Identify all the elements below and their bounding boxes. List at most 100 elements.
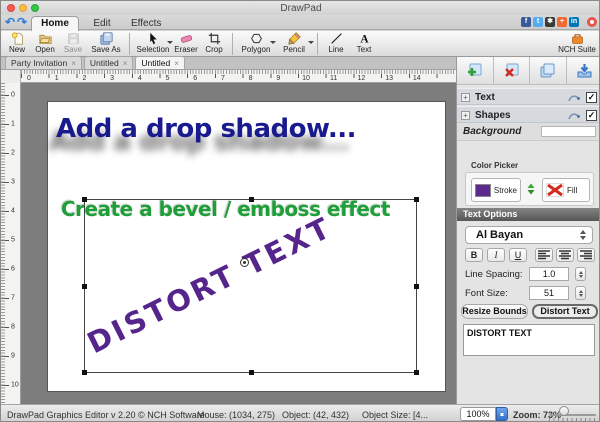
svg-text:A: A (360, 34, 369, 45)
pencil-dropdown-icon[interactable] (308, 41, 314, 44)
align-right-icon (580, 250, 592, 260)
bold-button[interactable]: B (465, 248, 483, 262)
zoom-slider-track[interactable] (549, 414, 596, 416)
line-button[interactable]: Line (322, 32, 350, 56)
zoom-stepper[interactable] (496, 407, 508, 421)
duplicate-layer-icon (539, 62, 556, 79)
add-layer-button[interactable] (457, 57, 494, 84)
selection-handle[interactable] (82, 284, 87, 289)
selection-handle[interactable] (414, 370, 419, 375)
nch-suite-button[interactable]: NCH Suite (557, 32, 597, 56)
pencil-icon (288, 32, 301, 45)
new-button[interactable]: New (3, 32, 31, 56)
undo-redo-icons[interactable]: ↶↷ (5, 15, 29, 29)
layer-row-shapes[interactable]: + Shapes ✓ (457, 106, 600, 123)
share-icon[interactable]: + (557, 17, 567, 27)
close-tab-icon[interactable]: × (174, 59, 179, 68)
font-size-field[interactable]: 51 (529, 286, 569, 300)
duplicate-layer-button[interactable] (530, 57, 567, 84)
italic-button[interactable]: I (487, 248, 505, 262)
layer-visible-checkbox[interactable]: ✓ (586, 110, 597, 121)
linkedin-icon[interactable]: in (569, 17, 579, 27)
open-button[interactable]: Open (31, 32, 59, 56)
horizontal-ruler: 01234567891011121314 (1, 70, 456, 83)
selection-handle[interactable] (82, 370, 87, 375)
selection-cursor-icon (147, 32, 160, 45)
delete-layer-icon (503, 62, 520, 79)
photos-icon[interactable]: ✱ (545, 17, 555, 27)
color-picker-title: Color Picker (471, 161, 518, 170)
right-panel: + Text ✓ + Shapes ✓ Background Color Pic… (456, 57, 600, 404)
layer-row-text[interactable]: + Text ✓ (457, 88, 600, 105)
selection-handle[interactable] (82, 197, 87, 202)
font-family-select[interactable]: Al Bayan (465, 226, 593, 244)
background-color-swatch[interactable] (541, 126, 596, 137)
text-button[interactable]: A Text (350, 32, 378, 56)
delete-layer-button[interactable] (494, 57, 531, 84)
distort-text-button[interactable]: Distort Text (532, 304, 598, 319)
selection-handle[interactable] (249, 370, 254, 375)
background-row[interactable]: Background (457, 123, 600, 141)
text-options-header: Text Options (457, 208, 600, 221)
align-left-button[interactable] (535, 248, 553, 262)
help-icon[interactable] (587, 17, 597, 27)
close-tab-icon[interactable]: × (71, 59, 76, 68)
twitter-icon[interactable]: t (533, 17, 543, 27)
tab-edit[interactable]: Edit (85, 17, 119, 30)
selection-handle[interactable] (414, 284, 419, 289)
line-spacing-field[interactable]: 1.0 (529, 267, 569, 281)
align-center-button[interactable] (556, 248, 574, 262)
fill-color-button[interactable]: Fill (542, 178, 590, 202)
crop-button[interactable]: Crop (200, 32, 228, 56)
drop-shadow-text-object[interactable]: Add a drop shadow... (56, 114, 356, 144)
expand-icon[interactable]: + (461, 93, 470, 102)
eraser-button[interactable]: Eraser (172, 32, 200, 56)
font-size-stepper[interactable] (575, 286, 586, 300)
facebook-icon[interactable]: f (521, 17, 531, 27)
workspace: Add a drop shadow... Add a drop shadow..… (21, 83, 456, 404)
stroke-color-button[interactable]: Stroke (471, 178, 521, 202)
rotation-center-marker[interactable] (240, 258, 249, 267)
align-right-button[interactable] (577, 248, 595, 262)
selection-handle[interactable] (249, 197, 254, 202)
underline-button[interactable]: U (509, 248, 527, 262)
save-disk-icon (67, 32, 80, 45)
toolbar-separator (317, 33, 318, 55)
selection-handle[interactable] (414, 197, 419, 202)
layer-visible-checkbox[interactable]: ✓ (586, 92, 597, 103)
close-tab-icon[interactable]: × (123, 59, 128, 68)
doc-tab-untitled-1[interactable]: Untitled× (84, 56, 134, 69)
swap-colors-icon[interactable] (523, 181, 539, 197)
zoom-slider-thumb[interactable] (559, 406, 569, 416)
text-content-area[interactable]: DISTORT TEXT (463, 324, 595, 356)
selection-button[interactable]: Selection (134, 32, 172, 56)
style-edit-icon[interactable] (568, 110, 580, 122)
social-icons: ft✱+in (521, 17, 579, 27)
expand-icon[interactable]: + (461, 111, 470, 120)
ruler-corner (1, 70, 21, 83)
zoom-percent-select[interactable]: 100% (460, 407, 496, 421)
doc-tab-party-invitation[interactable]: Party Invitation× (5, 56, 82, 69)
save-as-button[interactable]: Save As (87, 32, 125, 56)
object-size-text: Object Size: [4... (362, 410, 428, 420)
line-spacing-label: Line Spacing: (465, 269, 523, 280)
tab-home[interactable]: Home (31, 16, 79, 31)
doc-tab-untitled-2[interactable]: Untitled× (135, 56, 185, 69)
selection-bounding-box[interactable] (84, 199, 417, 373)
line-spacing-stepper[interactable] (575, 267, 586, 281)
style-edit-icon[interactable] (568, 92, 580, 104)
tab-effects[interactable]: Effects (123, 17, 169, 30)
zoom-slider-ticks (549, 418, 596, 421)
import-layer-icon (576, 62, 593, 79)
resize-bounds-button[interactable]: Resize Bounds (461, 304, 528, 319)
import-layer-button[interactable] (567, 57, 600, 84)
app-version-text: DrawPad Graphics Editor v 2.20 © NCH Sof… (7, 410, 205, 420)
pencil-button[interactable]: Pencil (275, 32, 313, 56)
no-fill-icon (546, 183, 564, 197)
drawing-canvas[interactable]: Add a drop shadow... Add a drop shadow..… (47, 101, 446, 392)
titlebar: DrawPad (1, 1, 600, 15)
polygon-button[interactable]: Polygon (237, 32, 275, 56)
line-icon (330, 32, 343, 45)
save-button[interactable]: Save (59, 32, 87, 56)
font-size-label: Font Size: (465, 288, 508, 299)
